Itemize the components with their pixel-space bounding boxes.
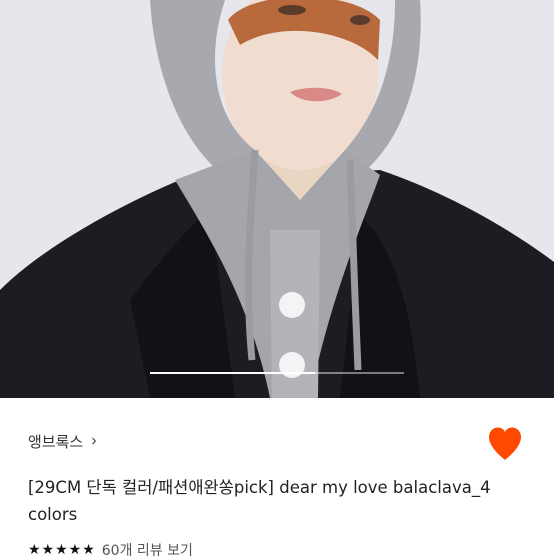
- like-button[interactable]: [486, 426, 524, 462]
- brand-label: 앵브록스: [28, 432, 84, 451]
- rating-stars: ★★★★★: [28, 542, 96, 558]
- product-image-carousel[interactable]: [0, 0, 554, 398]
- brand-link[interactable]: 앵브록스 ›: [28, 428, 97, 454]
- carousel-indicator: [150, 372, 404, 374]
- carousel-indicator-thumb: [150, 372, 316, 374]
- chevron-right-icon: ›: [91, 431, 97, 451]
- product-title: [29CM 단독 컬러/패션애완쏭pick] dear my love bala…: [28, 478, 491, 524]
- rating-row[interactable]: ★★★★★ 60개 리뷰 보기: [28, 540, 193, 560]
- product-photo: [0, 0, 554, 398]
- review-link[interactable]: 60개 리뷰 보기: [102, 540, 193, 560]
- heart-icon: [489, 427, 521, 460]
